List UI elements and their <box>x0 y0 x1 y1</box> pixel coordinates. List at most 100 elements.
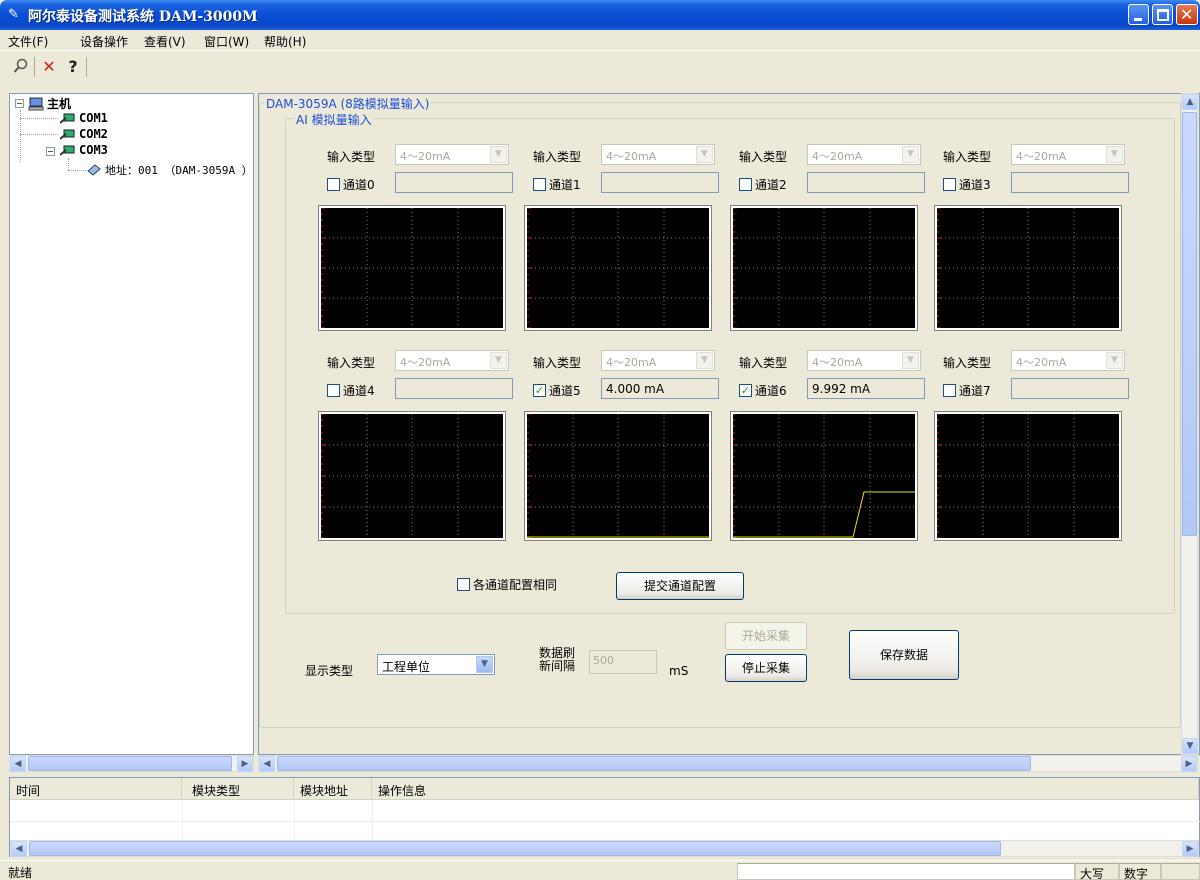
submit-config-button[interactable]: 提交通道配置 <box>616 572 744 600</box>
chevron-down-icon[interactable]: ▼ <box>490 146 507 163</box>
input-type-value: 4～20mA <box>812 356 863 369</box>
checkbox[interactable] <box>327 384 340 397</box>
channel-scope <box>935 206 1121 330</box>
input-type-label: 输入类型 <box>327 150 376 164</box>
log-hscrollbar[interactable]: ◀ ▶ <box>10 840 1199 857</box>
tree-root-label: 主机 <box>47 97 72 111</box>
chevron-down-icon[interactable]: ▼ <box>1106 352 1123 369</box>
channel-checkbox[interactable]: 通道1 <box>533 176 581 193</box>
log-col-type[interactable]: 模块类型 <box>182 778 294 800</box>
checkbox[interactable] <box>457 578 470 591</box>
input-type-value: 4～20mA <box>400 356 451 369</box>
channel-label: 通道0 <box>343 178 375 192</box>
checkbox[interactable] <box>533 178 546 191</box>
help-icon[interactable]: ? <box>62 55 84 77</box>
tree-connector <box>20 118 58 119</box>
log-col-info[interactable]: 操作信息 <box>372 778 1199 800</box>
input-type-select[interactable]: 4～20mA ▼ <box>395 350 509 371</box>
channel-label: 通道4 <box>343 384 375 398</box>
scroll-thumb[interactable] <box>1182 112 1197 536</box>
collapse-icon[interactable]: − <box>15 99 24 108</box>
device-group-title: DAM-3059A (8路模拟量输入) <box>264 95 432 112</box>
channel-value <box>1011 172 1129 193</box>
chevron-down-icon[interactable]: ▼ <box>476 656 493 673</box>
chevron-down-icon[interactable]: ▼ <box>490 352 507 369</box>
checkbox[interactable] <box>327 178 340 191</box>
tree-com1[interactable]: COM1 <box>59 111 108 125</box>
checkbox[interactable]: ✓ <box>739 384 752 397</box>
tree-root[interactable]: 主机 <box>28 95 71 112</box>
channel-checkbox[interactable]: ✓ 通道6 <box>739 382 787 399</box>
module-icon <box>86 163 102 177</box>
toolbar-separator <box>86 57 87 77</box>
channel-checkbox[interactable]: 通道2 <box>739 176 787 193</box>
scroll-down-icon[interactable]: ▼ <box>1182 738 1198 754</box>
start-capture-button[interactable]: 开始采集 <box>725 622 807 650</box>
scroll-left-icon[interactable]: ◀ <box>10 756 26 772</box>
tree-device[interactable]: 地址：001 （DAM-3059A ） <box>86 162 253 178</box>
scope-plot <box>527 414 709 538</box>
channel-checkbox[interactable]: 通道0 <box>327 176 375 193</box>
menu-window[interactable]: 窗口(W) <box>204 33 249 50</box>
chevron-down-icon[interactable]: ▼ <box>696 146 713 163</box>
input-type-select[interactable]: 4～20mA ▼ <box>1011 350 1125 371</box>
stop-capture-button[interactable]: 停止采集 <box>725 654 807 682</box>
chevron-down-icon[interactable]: ▼ <box>902 146 919 163</box>
tree-com3[interactable]: COM3 <box>59 143 108 157</box>
scroll-right-icon[interactable]: ▶ <box>237 756 253 772</box>
menu-help[interactable]: 帮助(H) <box>264 33 306 50</box>
checkbox[interactable] <box>943 178 956 191</box>
chevron-down-icon[interactable]: ▼ <box>902 352 919 369</box>
channel-value <box>601 172 719 193</box>
delete-icon[interactable]: ✕ <box>38 55 60 77</box>
close-window-button[interactable]: ✕ <box>1176 4 1198 25</box>
tree-hscrollbar[interactable]: ◀ ▶ <box>9 755 254 772</box>
input-type-select[interactable]: 4～20mA ▼ <box>807 350 921 371</box>
display-type-select[interactable]: 工程单位 ▼ <box>377 654 495 675</box>
scroll-right-icon[interactable]: ▶ <box>1182 841 1198 857</box>
input-type-select[interactable]: 4～20mA ▼ <box>601 144 715 165</box>
save-data-button[interactable]: 保存数据 <box>849 630 959 680</box>
main-hscrollbar[interactable]: ◀ ▶ <box>258 755 1198 772</box>
log-col-address[interactable]: 模块地址 <box>294 778 372 800</box>
collapse-icon[interactable]: − <box>46 147 55 156</box>
channel-label: 通道3 <box>959 178 991 192</box>
input-type-select[interactable]: 4～20mA ▼ <box>601 350 715 371</box>
scroll-thumb[interactable] <box>28 756 232 771</box>
menu-view[interactable]: 查看(V) <box>144 33 186 50</box>
maximize-button[interactable] <box>1152 4 1173 25</box>
input-type-select[interactable]: 4～20mA ▼ <box>395 144 509 165</box>
channel-checkbox[interactable]: 通道4 <box>327 382 375 399</box>
channel-checkbox[interactable]: 通道3 <box>943 176 991 193</box>
scroll-left-icon[interactable]: ◀ <box>259 756 275 772</box>
input-type-value: 4～20mA <box>606 356 657 369</box>
scroll-thumb[interactable] <box>277 756 1031 771</box>
checkbox[interactable] <box>943 384 956 397</box>
chevron-down-icon[interactable]: ▼ <box>696 352 713 369</box>
channel-checkbox[interactable]: ✓ 通道5 <box>533 382 581 399</box>
scroll-up-icon[interactable]: ▲ <box>1182 94 1198 110</box>
log-col-time[interactable]: 时间 <box>10 778 182 800</box>
input-type-select[interactable]: 4～20mA ▼ <box>807 144 921 165</box>
channel-checkbox[interactable]: 通道7 <box>943 382 991 399</box>
main-vscrollbar[interactable]: ▲ ▼ <box>1181 93 1198 755</box>
checkbox[interactable] <box>739 178 752 191</box>
scroll-right-icon[interactable]: ▶ <box>1181 756 1197 772</box>
scroll-left-icon[interactable]: ◀ <box>11 841 27 857</box>
refresh-interval-input[interactable]: 500 <box>589 650 657 674</box>
menu-device[interactable]: 设备操作 <box>80 33 128 50</box>
status-ready: 就绪 <box>8 866 33 880</box>
input-type-select[interactable]: 4～20mA ▼ <box>1011 144 1125 165</box>
same-config-checkbox[interactable]: 各通道配置相同 <box>457 576 557 593</box>
search-icon[interactable] <box>10 55 32 77</box>
scroll-thumb[interactable] <box>29 841 1001 856</box>
checkbox[interactable]: ✓ <box>533 384 546 397</box>
input-type-value: 4～20mA <box>606 150 657 163</box>
menu-file[interactable]: 文件(F) <box>8 33 48 50</box>
channel-scope <box>731 206 917 330</box>
minimize-button[interactable] <box>1128 4 1149 25</box>
tree-com2[interactable]: COM2 <box>59 127 108 141</box>
status-bar: 就绪 大写 数字 <box>0 860 1200 880</box>
chevron-down-icon[interactable]: ▼ <box>1106 146 1123 163</box>
port-icon <box>59 111 76 125</box>
